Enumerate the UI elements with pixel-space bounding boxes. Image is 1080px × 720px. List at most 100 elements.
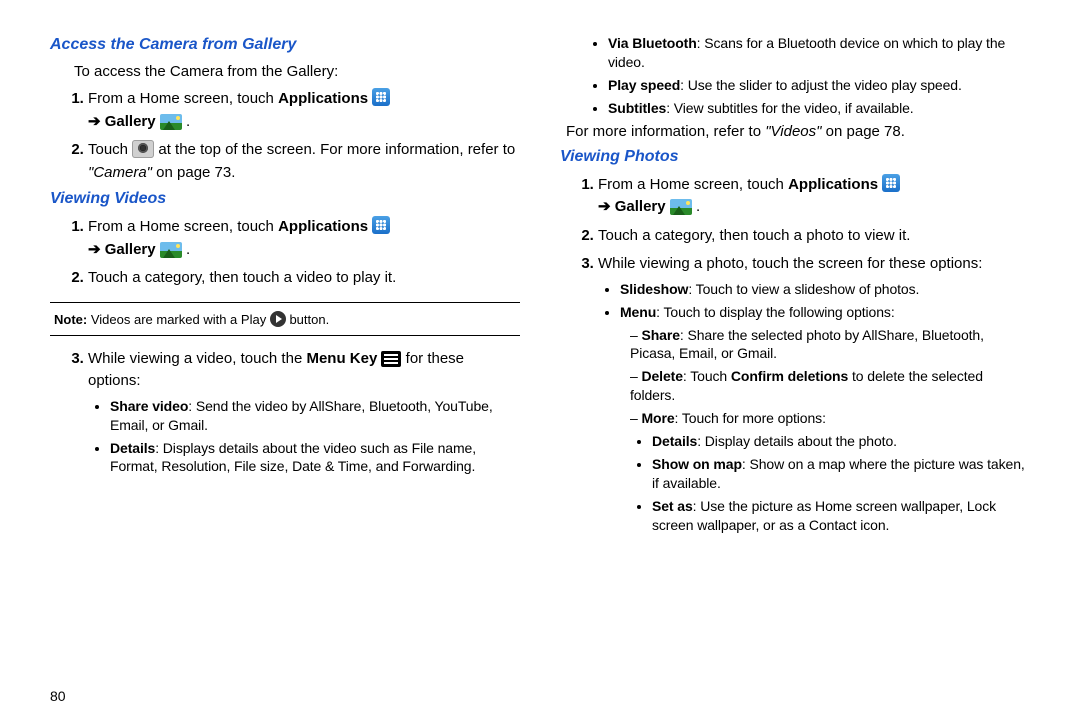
text: at the top of the screen. For more infor… <box>158 141 515 158</box>
photo-step-2: Touch a category, then touch a photo to … <box>598 225 1030 248</box>
menu-sub-options: Share: Share the selected photo by AllSh… <box>620 326 1030 535</box>
arrow-icon: ➔ <box>88 241 105 258</box>
more-sub-options: Details: Display details about the photo… <box>630 432 1030 534</box>
note-text-b: button. <box>289 312 329 327</box>
period: . <box>692 198 700 215</box>
label: Set as <box>652 498 693 514</box>
text: : Share the selected photo by AllShare, … <box>630 327 984 362</box>
opt-photo-details: Details: Display details about the photo… <box>652 432 1030 451</box>
label: More <box>641 410 674 426</box>
opt-share: Share: Share the selected photo by AllSh… <box>630 326 1030 364</box>
note-box: Note: Videos are marked with a Play butt… <box>50 302 520 336</box>
text: : Use the picture as Home screen wallpap… <box>652 498 996 533</box>
label: Share video <box>110 398 188 414</box>
photo-step-3: While viewing a photo, touch the screen … <box>598 253 1030 534</box>
text: Touch <box>88 141 132 158</box>
note-text-a: Videos are marked with a Play <box>91 312 270 327</box>
label: Delete <box>641 368 682 384</box>
text: : Displays details about the video such … <box>110 440 476 475</box>
camera-icon <box>132 140 154 158</box>
ref-videos: "Videos" <box>765 123 821 140</box>
text: on page 78. <box>821 123 904 140</box>
photo-step-1: From a Home screen, touch Applications ➔… <box>598 174 1030 219</box>
access-step-1: From a Home screen, touch Applications ➔… <box>88 88 520 133</box>
text: : Use the slider to adjust the video pla… <box>680 77 962 93</box>
menu-key-icon <box>381 351 401 367</box>
gallery-icon <box>160 242 182 258</box>
label: Play speed <box>608 77 680 93</box>
applications-icon <box>372 88 390 106</box>
opt-slideshow: Slideshow: Touch to view a slideshow of … <box>620 280 1030 299</box>
text: : View subtitles for the video, if avail… <box>666 100 913 116</box>
left-column: Access the Camera from Gallery To access… <box>50 30 520 541</box>
gallery-icon <box>670 199 692 215</box>
text: While viewing a video, touch the <box>88 350 306 367</box>
arrow-icon: ➔ <box>598 198 615 215</box>
label: Subtitles <box>608 100 666 116</box>
text: on page 73. <box>152 164 235 181</box>
applications-icon <box>882 174 900 192</box>
text: : Touch to view a slideshow of photos. <box>688 281 919 297</box>
applications-icon <box>372 216 390 234</box>
text: From a Home screen, touch <box>88 90 278 107</box>
text: : Display details about the photo. <box>697 433 897 449</box>
photo-options-list: Slideshow: Touch to view a slideshow of … <box>598 280 1030 535</box>
label-menu-key: Menu Key <box>306 350 377 367</box>
video-step-3: While viewing a video, touch the Menu Ke… <box>88 348 520 477</box>
video-options-cont: Via Bluetooth: Scans for a Bluetooth dev… <box>560 34 1030 118</box>
video-step-1: From a Home screen, touch Applications ➔… <box>88 216 520 261</box>
heading-access-camera: Access the Camera from Gallery <box>50 36 520 54</box>
opt-more: More: Touch for more options: Details: D… <box>630 409 1030 534</box>
opt-via-bluetooth: Via Bluetooth: Scans for a Bluetooth dev… <box>608 34 1030 72</box>
right-column: Via Bluetooth: Scans for a Bluetooth dev… <box>560 30 1030 541</box>
access-step-2: Touch at the top of the screen. For more… <box>88 139 520 184</box>
photo-steps: From a Home screen, touch Applications ➔… <box>560 174 1030 535</box>
label: Menu <box>620 304 656 320</box>
text: : Touch for more options: <box>675 410 826 426</box>
text: : Touch to display the following options… <box>656 304 894 320</box>
text: From a Home screen, touch <box>88 218 278 235</box>
label: Via Bluetooth <box>608 35 697 51</box>
period: . <box>182 113 190 130</box>
text: : Touch <box>683 368 731 384</box>
video-steps: From a Home screen, touch Applications ➔… <box>50 216 520 290</box>
heading-viewing-videos: Viewing Videos <box>50 190 520 208</box>
label-gallery: Gallery <box>105 113 156 130</box>
arrow-icon: ➔ <box>88 113 105 130</box>
opt-set-as: Set as: Use the picture as Home screen w… <box>652 497 1030 535</box>
ref-camera: "Camera" <box>88 164 152 181</box>
note-label: Note: <box>54 312 91 327</box>
period: . <box>182 241 190 258</box>
video-options-list: Share video: Send the video by AllShare,… <box>88 397 520 477</box>
label: Details <box>652 433 697 449</box>
opt-share-video: Share video: Send the video by AllShare,… <box>110 397 520 435</box>
heading-viewing-photos: Viewing Photos <box>560 148 1030 166</box>
video-steps-cont: While viewing a video, touch the Menu Ke… <box>50 348 520 477</box>
text: From a Home screen, touch <box>598 176 788 193</box>
access-steps: From a Home screen, touch Applications ➔… <box>50 88 520 184</box>
label-applications: Applications <box>278 90 368 107</box>
opt-delete: Delete: Touch Confirm deletions to delet… <box>630 367 1030 405</box>
label: Show on map <box>652 456 742 472</box>
intro-text: To access the Camera from the Gallery: <box>74 62 520 82</box>
label-applications: Applications <box>278 218 368 235</box>
opt-subtitles: Subtitles: View subtitles for the video,… <box>608 99 1030 118</box>
label-gallery: Gallery <box>105 241 156 258</box>
opt-menu: Menu: Touch to display the following opt… <box>620 303 1030 535</box>
text: While viewing a photo, touch the screen … <box>598 255 982 272</box>
label: Details <box>110 440 155 456</box>
label-confirm-deletions: Confirm deletions <box>731 368 848 384</box>
opt-play-speed: Play speed: Use the slider to adjust the… <box>608 76 1030 95</box>
opt-show-on-map: Show on map: Show on a map where the pic… <box>652 455 1030 493</box>
label: Share <box>641 327 679 343</box>
label-gallery: Gallery <box>615 198 666 215</box>
play-icon <box>270 311 286 327</box>
opt-details: Details: Displays details about the vide… <box>110 439 520 477</box>
gallery-icon <box>160 114 182 130</box>
label: Slideshow <box>620 281 688 297</box>
manual-page: Access the Camera from Gallery To access… <box>0 0 1080 551</box>
label-applications: Applications <box>788 176 878 193</box>
text: For more information, refer to <box>566 123 765 140</box>
more-info-videos: For more information, refer to "Videos" … <box>566 122 1030 142</box>
video-step-2: Touch a category, then touch a video to … <box>88 267 520 290</box>
